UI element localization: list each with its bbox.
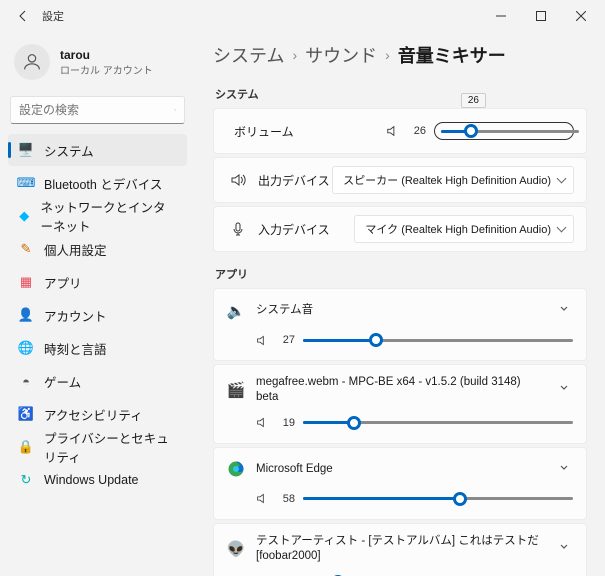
nav-label: アプリ	[44, 273, 82, 292]
expand-button[interactable]	[554, 537, 574, 560]
expand-button[interactable]	[554, 458, 574, 481]
nav-icon: 🖥️	[18, 142, 34, 158]
nav-icon: ▦	[18, 274, 34, 290]
sidebar-item[interactable]: ↻ Windows Update	[8, 464, 187, 496]
app-volume-slider[interactable]	[303, 491, 573, 507]
input-icon	[226, 221, 250, 237]
nav-icon: 🌐	[18, 340, 34, 356]
app-volume-value: 58	[277, 493, 295, 505]
nav-icon: ⌨	[18, 175, 34, 191]
section-apps-heading: アプリ	[215, 266, 587, 282]
chevron-right-icon: ›	[385, 47, 390, 63]
maximize-button[interactable]	[521, 0, 561, 32]
app-name: システム音	[256, 303, 544, 318]
account-name: tarou	[60, 48, 153, 62]
app-name: megafree.webm - MPC-BE x64 - v1.5.2 (bui…	[256, 375, 544, 405]
breadcrumb-current: 音量ミキサー	[398, 42, 506, 68]
breadcrumb-sound[interactable]: サウンド	[305, 42, 377, 68]
nav-label: ネットワークとインターネット	[40, 197, 177, 235]
expand-button[interactable]	[554, 299, 574, 322]
sidebar-item[interactable]: 👤 アカウント	[8, 299, 187, 331]
volume-card: 26 ボリューム 26	[213, 108, 587, 154]
nav-icon: ◓	[18, 373, 34, 389]
nav-label: Bluetooth とデバイス	[44, 174, 162, 193]
sidebar-item[interactable]: ▦ アプリ	[8, 266, 187, 298]
section-system-heading: システム	[215, 86, 587, 102]
nav-icon: 👤	[18, 307, 34, 323]
window-title: 設定	[42, 8, 64, 24]
app-volume-value: 27	[277, 334, 295, 346]
nav-label: 個人用設定	[44, 240, 107, 259]
nav-icon: ♿	[18, 406, 34, 422]
back-button[interactable]	[14, 7, 32, 25]
sidebar-item[interactable]: ⌨ Bluetooth とデバイス	[8, 167, 187, 199]
app-card: 🎬 megafree.webm - MPC-BE x64 - v1.5.2 (b…	[213, 364, 587, 444]
nav-icon: ◆	[18, 208, 30, 224]
input-device-card: 入力デバイス マイク (Realtek High Definition Audi…	[213, 206, 587, 252]
account-block[interactable]: tarou ローカル アカウント	[8, 40, 187, 94]
nav-label: アカウント	[44, 306, 107, 325]
app-name: テストアーティスト - [テストアルバム] これはテストだ [foobar200…	[256, 534, 544, 564]
nav-icon: 🔒	[18, 439, 34, 455]
sidebar-item[interactable]: ◆ ネットワークとインターネット	[8, 200, 187, 232]
output-icon	[226, 172, 250, 188]
app-icon: 🎬	[226, 380, 246, 400]
output-device-select[interactable]: スピーカー (Realtek High Definition Audio)	[332, 166, 574, 194]
sidebar-item[interactable]: 🌐 時刻と言語	[8, 332, 187, 364]
sidebar-item[interactable]: 🖥️ システム	[8, 134, 187, 166]
nav-label: システム	[44, 141, 94, 160]
app-card: 🔈 システム音 27	[213, 288, 587, 361]
volume-value: 26	[408, 125, 426, 137]
input-device-select[interactable]: マイク (Realtek High Definition Audio)	[354, 215, 574, 243]
app-volume-slider[interactable]	[303, 332, 573, 348]
speaker-icon[interactable]	[256, 334, 269, 347]
nav-icon: ↻	[18, 472, 34, 488]
app-icon: 🔈	[226, 301, 246, 321]
search-box[interactable]	[10, 96, 185, 124]
nav-label: Windows Update	[44, 473, 139, 487]
input-label: 入力デバイス	[258, 221, 330, 238]
sidebar-item[interactable]: ♿ アクセシビリティ	[8, 398, 187, 430]
nav-icon: ✎	[18, 241, 34, 257]
app-icon: 👽	[226, 539, 246, 559]
output-label: 出力デバイス	[258, 172, 330, 189]
app-volume-value: 19	[277, 417, 295, 429]
app-name: Microsoft Edge	[256, 462, 544, 477]
volume-tooltip: 26	[461, 93, 486, 108]
speaker-icon[interactable]	[256, 492, 269, 505]
nav-label: ゲーム	[44, 372, 81, 391]
search-icon	[174, 103, 176, 117]
volume-slider[interactable]	[434, 122, 574, 140]
app-card: Microsoft Edge 58	[213, 447, 587, 520]
sidebar-item[interactable]: 🔒 プライバシーとセキュリティ	[8, 431, 187, 463]
nav-label: 時刻と言語	[44, 339, 107, 358]
volume-label: ボリューム	[234, 123, 294, 140]
speaker-icon[interactable]	[256, 416, 269, 429]
account-subtitle: ローカル アカウント	[60, 62, 153, 77]
close-button[interactable]	[561, 0, 601, 32]
breadcrumb: システム › サウンド › 音量ミキサー	[213, 36, 587, 82]
nav-label: アクセシビリティ	[44, 405, 143, 424]
nav-label: プライバシーとセキュリティ	[44, 428, 177, 466]
avatar	[14, 44, 50, 80]
app-volume-slider[interactable]	[303, 415, 573, 431]
expand-button[interactable]	[554, 378, 574, 401]
chevron-right-icon: ›	[292, 47, 297, 63]
output-device-card: 出力デバイス スピーカー (Realtek High Definition Au…	[213, 157, 587, 203]
sidebar-item[interactable]: ✎ 個人用設定	[8, 233, 187, 265]
app-card: 👽 テストアーティスト - [テストアルバム] これはテストだ [foobar2…	[213, 523, 587, 576]
search-input[interactable]	[19, 103, 174, 117]
sidebar-item[interactable]: ◓ ゲーム	[8, 365, 187, 397]
speaker-icon[interactable]	[386, 124, 400, 138]
breadcrumb-system[interactable]: システム	[213, 42, 284, 68]
minimize-button[interactable]	[481, 0, 521, 32]
app-icon	[226, 459, 246, 479]
